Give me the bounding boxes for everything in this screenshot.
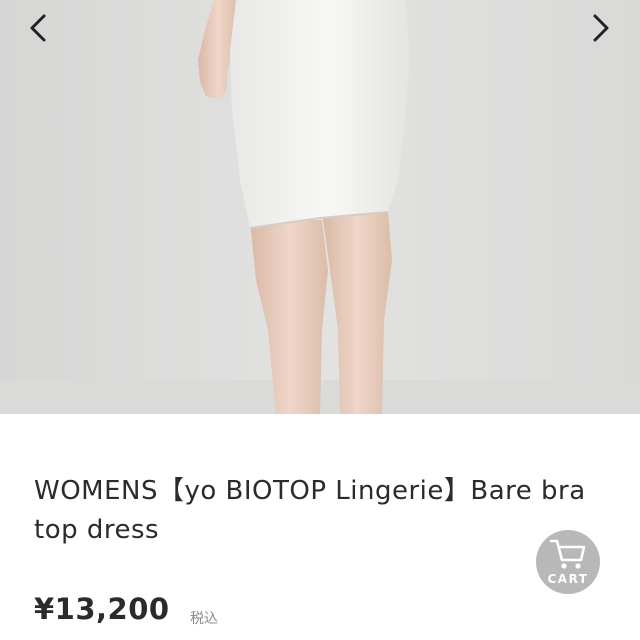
chevron-left-icon	[30, 14, 46, 42]
product-price: ¥13,200	[34, 592, 170, 626]
product-image-gallery[interactable]	[0, 0, 640, 414]
next-image-button[interactable]	[581, 8, 621, 48]
chevron-right-icon	[593, 14, 609, 42]
product-photo	[0, 0, 640, 414]
tax-included-label: 税込	[190, 611, 218, 627]
product-info: WOMENS【yo BIOTOP Lingerie】Bare bra top d…	[0, 414, 640, 640]
product-title: WOMENS【yo BIOTOP Lingerie】Bare bra top d…	[34, 476, 586, 545]
cart-icon	[549, 539, 586, 569]
cart-button[interactable]: CART	[536, 530, 600, 594]
previous-image-button[interactable]	[18, 8, 58, 48]
cart-label: CART	[547, 572, 589, 586]
